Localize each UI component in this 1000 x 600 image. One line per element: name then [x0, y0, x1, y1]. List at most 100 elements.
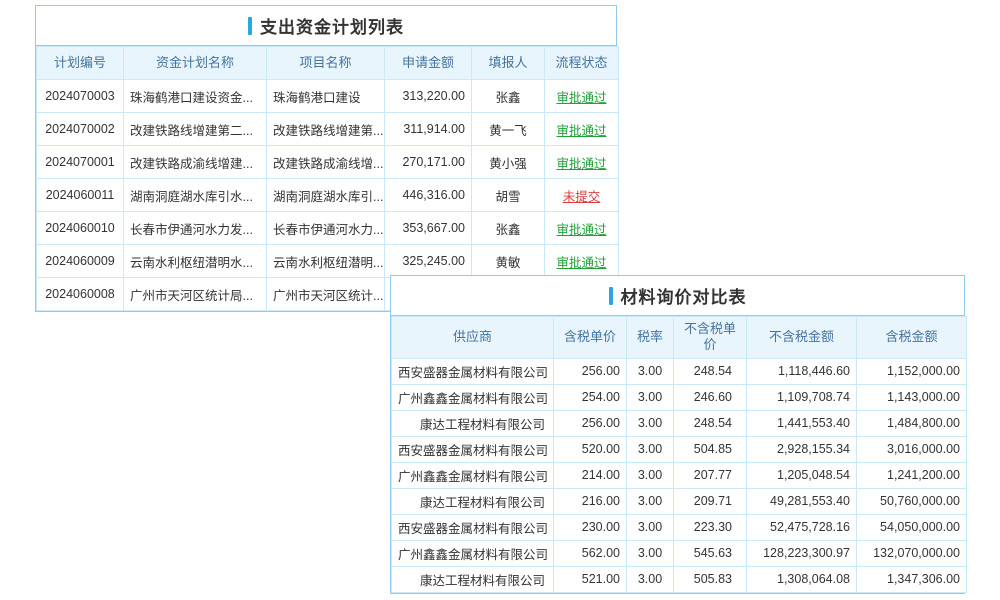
untaxed-amount-cell: 49,281,553.40: [747, 488, 857, 514]
plan-no-cell[interactable]: 2024070002: [37, 113, 124, 146]
untaxed-amount-cell: 1,441,553.40: [747, 410, 857, 436]
status-cell[interactable]: 审批通过: [545, 113, 619, 146]
untaxed-amount-cell: 1,308,064.08: [747, 566, 857, 592]
table-row[interactable]: 2024070003珠海鹤港口建设资金...珠海鹤港口建设313,220.00张…: [37, 80, 619, 113]
amount-cell: 313,220.00: [385, 80, 472, 113]
fund-name-cell[interactable]: 改建铁路成渝线增建...: [124, 146, 267, 179]
col-header-untaxed-price: 不含税单价: [674, 317, 747, 359]
table-row[interactable]: 2024070002改建铁路线增建第二...改建铁路线增建第...311,914…: [37, 113, 619, 146]
col-header-tax-rate: 税率: [627, 317, 674, 359]
filler-cell[interactable]: 张鑫: [472, 212, 545, 245]
plan-no-cell[interactable]: 2024060010: [37, 212, 124, 245]
table-row[interactable]: 广州鑫鑫金属材料有限公司254.003.00246.601,109,708.74…: [392, 384, 967, 410]
table-row[interactable]: 西安盛器金属材料有限公司230.003.00223.3052,475,728.1…: [392, 514, 967, 540]
status-cell[interactable]: 审批通过: [545, 245, 619, 278]
supplier-cell[interactable]: 西安盛器金属材料有限公司: [392, 514, 554, 540]
tax-rate-cell: 3.00: [627, 358, 674, 384]
expense-plan-table-header: 计划编号 资金计划名称 项目名称 申请金额 填报人 流程状态: [37, 47, 619, 80]
untaxed-price-cell: 504.85: [674, 436, 747, 462]
tax-rate-cell: 3.00: [627, 566, 674, 592]
project-name-cell[interactable]: 湖南洞庭湖水库引...: [267, 179, 385, 212]
col-header-amount: 申请金额: [385, 47, 472, 80]
material-quote-title: 材料询价对比表: [621, 283, 747, 308]
taxed-amount-cell: 1,484,800.00: [857, 410, 967, 436]
fund-name-cell[interactable]: 云南水利枢纽潜明水...: [124, 245, 267, 278]
fund-name-cell[interactable]: 湖南洞庭湖水库引水...: [124, 179, 267, 212]
table-row[interactable]: 广州鑫鑫金属材料有限公司562.003.00545.63128,223,300.…: [392, 540, 967, 566]
supplier-cell[interactable]: 康达工程材料有限公司: [392, 566, 554, 592]
fund-name-cell[interactable]: 广州市天河区统计局...: [124, 278, 267, 311]
fund-name-cell[interactable]: 长春市伊通河水力发...: [124, 212, 267, 245]
project-name-cell[interactable]: 珠海鹤港口建设: [267, 80, 385, 113]
table-row[interactable]: 2024070001改建铁路成渝线增建...改建铁路成渝线增...270,171…: [37, 146, 619, 179]
taxed-amount-cell: 1,347,306.00: [857, 566, 967, 592]
tax-rate-cell: 3.00: [627, 462, 674, 488]
table-row[interactable]: 康达工程材料有限公司216.003.00209.7149,281,553.405…: [392, 488, 967, 514]
plan-no-cell[interactable]: 2024060009: [37, 245, 124, 278]
table-row[interactable]: 2024060009云南水利枢纽潜明水...云南水利枢纽潜明...325,245…: [37, 245, 619, 278]
project-name-cell[interactable]: 改建铁路成渝线增...: [267, 146, 385, 179]
material-quote-table-header: 供应商 含税单价 税率 不含税单价 不含税金额 含税金额: [392, 317, 967, 359]
untaxed-amount-cell: 1,205,048.54: [747, 462, 857, 488]
col-header-status: 流程状态: [545, 47, 619, 80]
plan-no-cell[interactable]: 2024070001: [37, 146, 124, 179]
fund-name-cell[interactable]: 珠海鹤港口建设资金...: [124, 80, 267, 113]
taxed-price-cell: 521.00: [554, 566, 627, 592]
table-row[interactable]: 康达工程材料有限公司521.003.00505.831,308,064.081,…: [392, 566, 967, 592]
col-header-plan-no: 计划编号: [37, 47, 124, 80]
status-cell[interactable]: 未提交: [545, 179, 619, 212]
project-name-cell[interactable]: 云南水利枢纽潜明...: [267, 245, 385, 278]
fund-name-cell[interactable]: 改建铁路线增建第二...: [124, 113, 267, 146]
untaxed-price-cell: 223.30: [674, 514, 747, 540]
title-accent-bar: [248, 17, 252, 35]
filler-cell[interactable]: 黄一飞: [472, 113, 545, 146]
table-row[interactable]: 西安盛器金属材料有限公司520.003.00504.852,928,155.34…: [392, 436, 967, 462]
project-name-cell[interactable]: 改建铁路线增建第...: [267, 113, 385, 146]
col-header-fund-name: 资金计划名称: [124, 47, 267, 80]
taxed-amount-cell: 132,070,000.00: [857, 540, 967, 566]
untaxed-price-cell: 246.60: [674, 384, 747, 410]
taxed-amount-cell: 3,016,000.00: [857, 436, 967, 462]
untaxed-amount-cell: 128,223,300.97: [747, 540, 857, 566]
table-row[interactable]: 康达工程材料有限公司256.003.00248.541,441,553.401,…: [392, 410, 967, 436]
status-cell[interactable]: 审批通过: [545, 80, 619, 113]
taxed-amount-cell: 1,152,000.00: [857, 358, 967, 384]
amount-cell: 446,316.00: [385, 179, 472, 212]
plan-no-cell[interactable]: 2024060008: [37, 278, 124, 311]
plan-no-cell[interactable]: 2024070003: [37, 80, 124, 113]
table-row[interactable]: 西安盛器金属材料有限公司256.003.00248.541,118,446.60…: [392, 358, 967, 384]
supplier-cell[interactable]: 广州鑫鑫金属材料有限公司: [392, 462, 554, 488]
supplier-cell[interactable]: 广州鑫鑫金属材料有限公司: [392, 384, 554, 410]
supplier-cell[interactable]: 广州鑫鑫金属材料有限公司: [392, 540, 554, 566]
table-row[interactable]: 2024060010长春市伊通河水力发...长春市伊通河水力...353,667…: [37, 212, 619, 245]
taxed-amount-cell: 1,143,000.00: [857, 384, 967, 410]
supplier-cell[interactable]: 康达工程材料有限公司: [392, 410, 554, 436]
plan-no-cell[interactable]: 2024060011: [37, 179, 124, 212]
taxed-amount-cell: 54,050,000.00: [857, 514, 967, 540]
table-row[interactable]: 广州鑫鑫金属材料有限公司214.003.00207.771,205,048.54…: [392, 462, 967, 488]
status-cell[interactable]: 审批通过: [545, 212, 619, 245]
project-name-cell[interactable]: 广州市天河区统计...: [267, 278, 385, 311]
filler-cell[interactable]: 胡雪: [472, 179, 545, 212]
untaxed-amount-cell: 1,118,446.60: [747, 358, 857, 384]
material-quote-table: 供应商 含税单价 税率 不含税单价 不含税金额 含税金额 西安盛器金属材料有限公…: [391, 316, 967, 593]
status-cell[interactable]: 审批通过: [545, 146, 619, 179]
untaxed-price-cell: 248.54: [674, 410, 747, 436]
supplier-cell[interactable]: 西安盛器金属材料有限公司: [392, 358, 554, 384]
supplier-cell[interactable]: 西安盛器金属材料有限公司: [392, 436, 554, 462]
col-header-filler: 填报人: [472, 47, 545, 80]
supplier-cell[interactable]: 康达工程材料有限公司: [392, 488, 554, 514]
filler-cell[interactable]: 张鑫: [472, 80, 545, 113]
table-row[interactable]: 2024060011湖南洞庭湖水库引水...湖南洞庭湖水库引...446,316…: [37, 179, 619, 212]
amount-cell: 353,667.00: [385, 212, 472, 245]
tax-rate-cell: 3.00: [627, 488, 674, 514]
project-name-cell[interactable]: 长春市伊通河水力...: [267, 212, 385, 245]
filler-cell[interactable]: 黄小强: [472, 146, 545, 179]
tax-rate-cell: 3.00: [627, 514, 674, 540]
material-quote-table-body: 西安盛器金属材料有限公司256.003.00248.541,118,446.60…: [392, 358, 967, 592]
untaxed-amount-cell: 52,475,728.16: [747, 514, 857, 540]
col-header-project-name: 项目名称: [267, 47, 385, 80]
taxed-price-cell: 230.00: [554, 514, 627, 540]
filler-cell[interactable]: 黄敏: [472, 245, 545, 278]
title-accent-bar: [609, 287, 613, 305]
